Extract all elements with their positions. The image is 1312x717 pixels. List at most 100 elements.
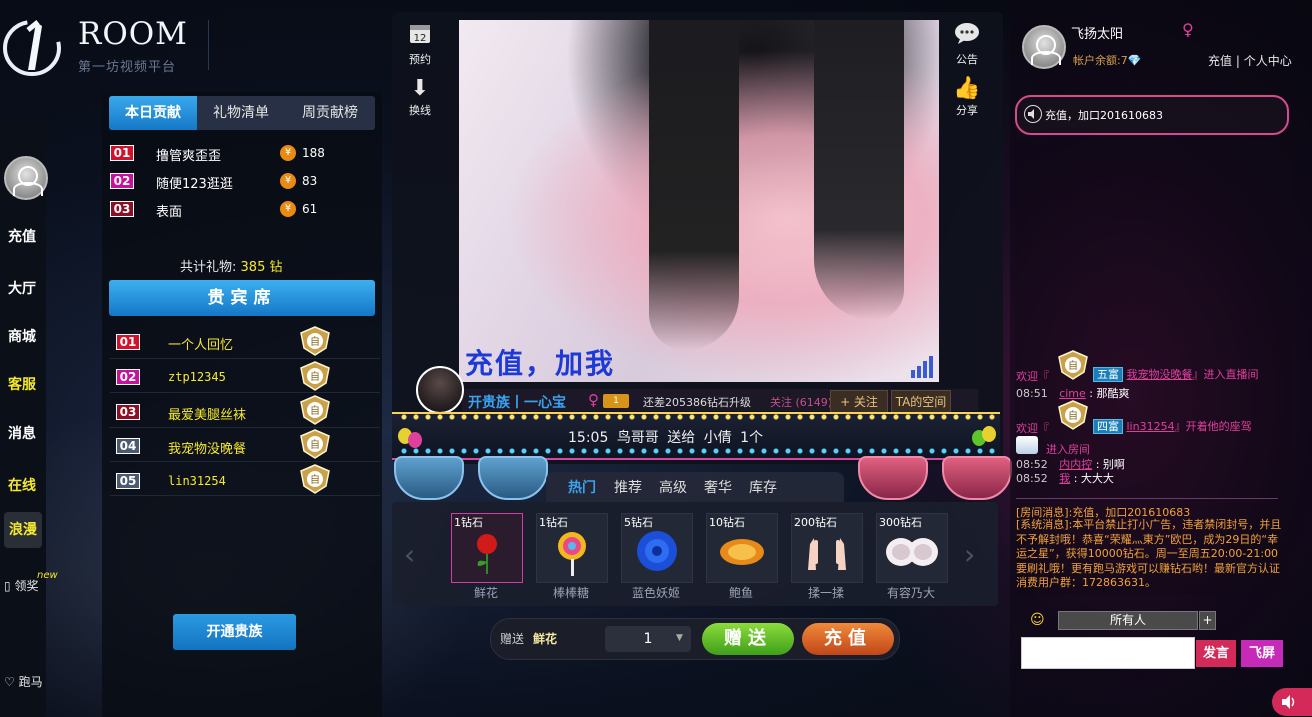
rank-number: 01 <box>110 145 134 161</box>
gift-price: 300钻石 <box>879 516 922 529</box>
tab-daily-contribution[interactable]: 本日贡献 <box>109 96 197 130</box>
follow-count: 关注 (6149) <box>770 396 833 409</box>
link-separator: | <box>1235 54 1240 68</box>
nav-item-messages[interactable]: 消息 <box>8 423 36 443</box>
noble-badge-icon: 自 <box>300 464 330 494</box>
gift-name: 有容乃大 <box>886 586 935 600</box>
abalone-icon <box>720 539 764 565</box>
chat-username[interactable]: 我宠物没晚餐 <box>1127 368 1193 381</box>
send-gift-button[interactable]: 赠送 <box>702 623 794 655</box>
gift-tab-inventory[interactable]: 库存 <box>749 477 777 497</box>
system-message: [系统消息]:本平台禁止打小广告，违者禁闭封号，并且不予解封哦！恭喜“荣耀灬東方… <box>1016 518 1282 589</box>
reward-link[interactable]: ▯ 领奖 <box>4 577 38 594</box>
marquee-time: 15:05 <box>568 430 609 446</box>
share-button[interactable]: 👍 分享 <box>947 76 987 118</box>
diamond-icon: 💎 <box>1127 54 1142 67</box>
host-name[interactable]: 开贵族丨一心宝 <box>468 392 566 412</box>
sound-toggle[interactable] <box>1272 688 1312 716</box>
welcome-prefix: 欢迎『 <box>1016 422 1049 435</box>
host-avatar[interactable] <box>416 366 464 414</box>
recharge-link[interactable]: 充值 <box>1208 54 1232 68</box>
chat-text: 那酷爽 <box>1096 387 1130 400</box>
follow-button[interactable]: + 关注 <box>830 390 888 414</box>
svg-text:自: 自 <box>1068 409 1078 422</box>
vip-row[interactable] <box>110 461 380 496</box>
gift-name: 棒棒糖 <box>552 586 589 600</box>
video-frame-detail <box>649 20 739 350</box>
nav-item-shop[interactable]: 商城 <box>8 326 36 346</box>
race-link[interactable]: ♡ 跑马 <box>4 673 43 690</box>
user-avatar[interactable] <box>4 156 48 200</box>
nav-item-online[interactable]: 在线 <box>8 475 36 495</box>
nav-item-service[interactable]: 客服 <box>8 374 36 394</box>
chat-message: 欢迎『 <box>1016 420 1049 436</box>
vip-row[interactable] <box>110 427 380 462</box>
video-caption: 充值，加我 <box>465 347 616 380</box>
logo-title: ROOM <box>78 16 188 52</box>
chat-separator: : <box>1089 387 1094 400</box>
recharge-button[interactable]: 充值 <box>802 623 894 655</box>
user-links: 充值 | 个人中心 <box>1208 52 1292 69</box>
arrow-right-icon[interactable]: › <box>964 538 975 571</box>
emoji-icon[interactable]: ☺ <box>1030 612 1045 628</box>
open-noble-button[interactable]: 开通贵族 <box>173 614 296 650</box>
host-space-button[interactable]: TA的空间 <box>891 390 951 414</box>
chat-username[interactable]: 我 <box>1059 472 1070 485</box>
gift-tab-recommended[interactable]: 推荐 <box>614 477 642 497</box>
switch-line-button[interactable]: ⬇ 换线 <box>400 76 440 118</box>
gift-name: 蓝色妖姬 <box>631 586 680 600</box>
lollipop-icon <box>558 532 586 576</box>
chat-separator: : <box>1073 472 1078 485</box>
personal-center-link[interactable]: 个人中心 <box>1244 54 1292 68</box>
coin-icon: ¥ <box>280 173 296 189</box>
send-message-button[interactable]: 发言 <box>1196 640 1236 667</box>
notice-button[interactable]: 公告 <box>947 22 987 67</box>
vip-row[interactable] <box>110 358 380 393</box>
thumbs-up-icon: 👍 <box>953 76 981 101</box>
vip-row[interactable] <box>110 324 380 359</box>
chat-username[interactable]: lin31254 <box>1127 420 1175 433</box>
gift-tab-advanced[interactable]: 高级 <box>659 477 687 497</box>
marquee-lights <box>398 448 996 454</box>
chat-username[interactable]: cime <box>1059 387 1086 400</box>
chat-action: 』进入直播间 <box>1192 368 1259 381</box>
recipient-select[interactable]: 所有人 <box>1058 611 1198 630</box>
signal-icon <box>911 356 933 378</box>
video-player[interactable]: 充值，加我 <box>459 20 939 382</box>
nav-item-recharge[interactable]: 充值 <box>8 226 36 246</box>
chat-time: 08:52 <box>1016 472 1048 485</box>
fly-screen-button[interactable]: 飞屏 <box>1241 640 1283 667</box>
down-arrow-icon: ⬇ <box>410 76 430 101</box>
tab-weekly-contribution[interactable]: 周贡献榜 <box>285 96 375 130</box>
rank-name[interactable]: 撸管爽歪歪 <box>156 145 221 164</box>
nav-item-hall[interactable]: 大厅 <box>8 278 36 298</box>
divider <box>1016 498 1278 499</box>
gift-tab-luxury[interactable]: 奢华 <box>704 477 732 497</box>
chat-input[interactable] <box>1021 637 1195 669</box>
left-nav <box>0 122 46 717</box>
vip-row[interactable] <box>110 393 380 428</box>
coin-icon: ¥ <box>280 145 296 161</box>
crown-level-icon: 1 <box>603 394 629 408</box>
noble-badge-icon: 自 <box>300 326 330 356</box>
rank-name[interactable]: 随便123逛逛 <box>156 173 233 192</box>
add-recipient-button[interactable]: + <box>1199 611 1216 630</box>
nav-item-romance[interactable]: 浪漫 <box>4 512 42 548</box>
blue-rose-icon <box>637 531 677 571</box>
chevron-down-icon[interactable]: ▼ <box>676 633 683 643</box>
total-gifts: 共计礼物: 385 钻 <box>180 256 282 275</box>
tab-gift-list[interactable]: 礼物清单 <box>197 96 285 130</box>
svg-text:自: 自 <box>310 438 320 451</box>
gift-name: 鲍鱼 <box>728 586 753 600</box>
gift-tab-hot[interactable]: 热门 <box>568 477 596 497</box>
notice-label: 公告 <box>956 53 978 66</box>
arrow-left-icon[interactable]: ‹ <box>404 538 415 571</box>
book-button[interactable]: 12 预约 <box>400 22 440 67</box>
rank-number: 03 <box>110 201 134 217</box>
coin-icon: ¥ <box>280 201 296 217</box>
vip-name[interactable]: 一个人回忆 <box>168 334 233 353</box>
svg-text:12: 12 <box>414 33 427 44</box>
rank-name[interactable]: 表面 <box>156 201 182 220</box>
female-icon: ♀ <box>1182 20 1194 39</box>
user-avatar[interactable] <box>1022 25 1066 69</box>
